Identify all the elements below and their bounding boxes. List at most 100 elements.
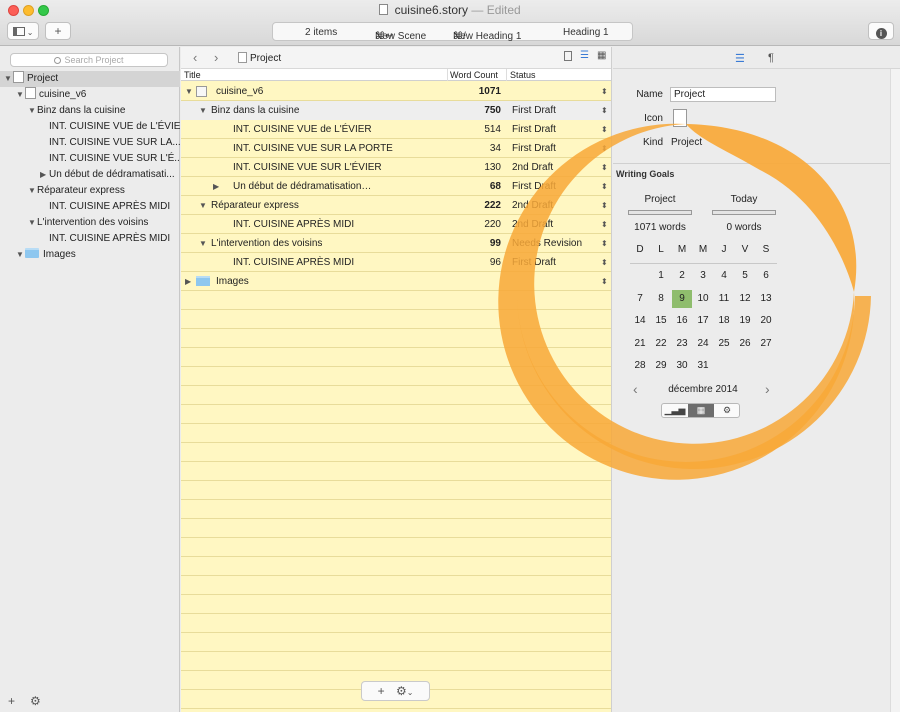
- calendar-day[interactable]: 28: [630, 357, 650, 375]
- tab-outline-inspector[interactable]: ☰: [735, 52, 745, 65]
- disclosure-expanded-icon[interactable]: ▼: [199, 101, 207, 120]
- disclosure-expanded-icon[interactable]: ▼: [28, 103, 37, 119]
- disclosure-collapsed-icon[interactable]: ▶: [213, 177, 219, 196]
- status-popup-arrows-icon[interactable]: ⬍: [601, 82, 608, 101]
- status-popup-arrows-icon[interactable]: ⬍: [601, 158, 608, 177]
- column-word-count[interactable]: Word Count: [450, 69, 498, 81]
- outline-row[interactable]: INT. CUISINE APRÈS MIDI 96 First Draft ⬍: [181, 253, 611, 272]
- calendar-day[interactable]: 30: [672, 357, 692, 375]
- calendar-day[interactable]: 19: [735, 312, 755, 330]
- sidebar-item[interactable]: ▼ cuisine_v6: [0, 87, 180, 103]
- calendar-day[interactable]: 18: [714, 312, 734, 330]
- outline-row-status[interactable]: First Draft: [512, 253, 556, 272]
- sidebar-toggle-button[interactable]: ⌄: [7, 22, 39, 40]
- calendar-day[interactable]: 4: [714, 267, 734, 285]
- status-popup-arrows-icon[interactable]: ⬍: [601, 253, 608, 272]
- calendar-day[interactable]: 16: [672, 312, 692, 330]
- calendar-day[interactable]: 23: [672, 335, 692, 353]
- status-popup-arrows-icon[interactable]: ⬍: [601, 139, 608, 158]
- disclosure-expanded-icon[interactable]: ▼: [185, 82, 193, 101]
- outline-row[interactable]: INT. CUISINE APRÈS MIDI 220 2nd Draft ⬍: [181, 215, 611, 234]
- calendar-day[interactable]: 5: [735, 267, 755, 285]
- sidebar-item[interactable]: ▼ Project: [0, 71, 180, 87]
- status-popup-arrows-icon[interactable]: ⬍: [601, 272, 608, 291]
- disclosure-collapsed-icon[interactable]: ▶: [185, 272, 191, 291]
- calendar-day[interactable]: 22: [651, 335, 671, 353]
- name-field[interactable]: Project: [670, 87, 776, 102]
- calendar-day[interactable]: 26: [735, 335, 755, 353]
- bar-chart-icon[interactable]: ▁▃▅: [662, 404, 688, 417]
- info-button[interactable]: i: [868, 22, 894, 40]
- calendar-day[interactable]: 12: [735, 290, 755, 308]
- sidebar-item[interactable]: INT. CUISINE APRÈS MIDI: [0, 199, 180, 215]
- calendar-day[interactable]: 7: [630, 290, 650, 308]
- calendar-day[interactable]: 3: [693, 267, 713, 285]
- outline-view-icon[interactable]: ☰: [580, 50, 589, 61]
- sidebar-item[interactable]: ▼L'intervention des voisins: [0, 215, 180, 231]
- calendar-day[interactable]: 6: [756, 267, 776, 285]
- column-title[interactable]: Title: [184, 69, 201, 81]
- outline-row[interactable]: ▶ Images ⬍: [181, 272, 611, 291]
- sidebar-item[interactable]: INT. CUISINE APRÈS MIDI: [0, 231, 180, 247]
- calendar-day[interactable]: 17: [693, 312, 713, 330]
- gear-icon[interactable]: ⚙: [714, 404, 740, 417]
- sidebar-item[interactable]: INT. CUISINE VUE de L'ÉVIER: [0, 119, 180, 135]
- calendar-day[interactable]: 21: [630, 335, 650, 353]
- forward-arrow-icon[interactable]: ›: [214, 50, 218, 65]
- disclosure-collapsed-icon[interactable]: ▶: [40, 167, 49, 183]
- calendar-day[interactable]: 14: [630, 312, 650, 330]
- sidebar-item[interactable]: ▶ Un début de dédramatisati...: [0, 167, 180, 183]
- outline-row[interactable]: ▼ L'intervention des voisins 99 Needs Revis…: [181, 234, 611, 253]
- page-view-icon[interactable]: [564, 51, 572, 61]
- outline-row[interactable]: ▼ cuisine_v6 1071 ⬍: [181, 82, 611, 101]
- disclosure-expanded-icon[interactable]: ▼: [199, 234, 207, 253]
- calendar-day-today[interactable]: 9: [672, 289, 692, 308]
- calendar-day[interactable]: 27: [756, 335, 776, 353]
- previous-month-button[interactable]: ‹: [633, 381, 638, 397]
- outline-row-status[interactable]: First Draft: [512, 177, 556, 196]
- outline-row[interactable]: INT. CUISINE VUE SUR LA PORTE 34 First Dra…: [181, 139, 611, 158]
- disclosure-expanded-icon[interactable]: ▼: [28, 215, 37, 231]
- calendar-day[interactable]: 10: [693, 290, 713, 308]
- sidebar-item[interactable]: ▼ Images: [0, 247, 180, 263]
- sidebar-item[interactable]: INT. CUISINE VUE SUR L'É...: [0, 151, 180, 167]
- add-item-button[interactable]: +: [45, 22, 71, 40]
- status-popup-arrows-icon[interactable]: ⬍: [601, 234, 608, 253]
- calendar-day[interactable]: 1: [651, 267, 671, 285]
- heading-style-select[interactable]: Heading 1: [563, 27, 609, 38]
- calendar-day[interactable]: 24: [693, 335, 713, 353]
- outline-row-status[interactable]: 2nd Draft: [512, 158, 553, 177]
- breadcrumb[interactable]: Project: [238, 52, 281, 64]
- status-popup-arrows-icon[interactable]: ⬍: [601, 177, 608, 196]
- disclosure-expanded-icon[interactable]: ▼: [4, 71, 13, 87]
- grid-view-icon[interactable]: ▦: [597, 50, 606, 61]
- next-month-button[interactable]: ›: [765, 381, 770, 397]
- outline-row[interactable]: INT. CUISINE VUE de L'ÉVIER 514 First Draf…: [181, 120, 611, 139]
- calendar-day[interactable]: 29: [651, 357, 671, 375]
- calendar-day[interactable]: 2: [672, 267, 692, 285]
- column-status[interactable]: Status: [510, 69, 536, 81]
- outline-row[interactable]: ▼ Binz dans la cuisine 750 First Draft ⬍: [181, 101, 611, 120]
- outline-row-status[interactable]: First Draft: [512, 120, 556, 139]
- calendar-day[interactable]: 11: [714, 290, 734, 308]
- status-popup-arrows-icon[interactable]: ⬍: [601, 101, 608, 120]
- disclosure-expanded-icon[interactable]: ▼: [199, 196, 207, 215]
- search-input[interactable]: Search Project: [10, 53, 168, 67]
- disclosure-expanded-icon[interactable]: ▼: [28, 183, 37, 199]
- sidebar-add-button[interactable]: +: [8, 694, 15, 708]
- calendar-grid-icon[interactable]: ▦: [688, 404, 714, 417]
- outline-row[interactable]: ▶ Un début de dédramatisation… 68 First Dra…: [181, 177, 611, 196]
- outline-row-status[interactable]: First Draft: [512, 101, 556, 120]
- outline-row-status[interactable]: 2nd Draft: [512, 215, 553, 234]
- disclosure-expanded-icon[interactable]: ▼: [16, 87, 25, 103]
- status-popup-arrows-icon[interactable]: ⬍: [601, 120, 608, 139]
- calendar-day[interactable]: 25: [714, 335, 734, 353]
- calendar-day[interactable]: 15: [651, 312, 671, 330]
- status-popup-arrows-icon[interactable]: ⬍: [601, 215, 608, 234]
- sidebar-item[interactable]: ▼Binz dans la cuisine: [0, 103, 180, 119]
- sidebar-gear-icon[interactable]: ⚙: [30, 694, 41, 708]
- calendar-day[interactable]: 8: [651, 290, 671, 308]
- project-icon-well[interactable]: [673, 109, 687, 127]
- inspector-scrollbar[interactable]: [890, 69, 900, 712]
- tab-paragraph-inspector[interactable]: ¶: [768, 52, 774, 64]
